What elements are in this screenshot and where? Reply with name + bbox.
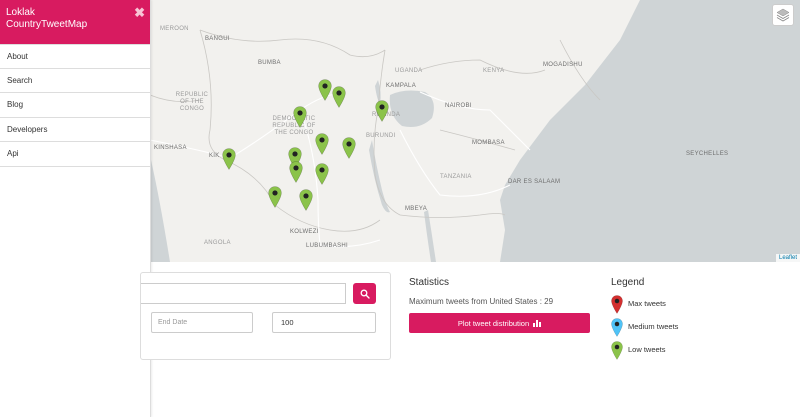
sidebar-item-search[interactable]: Search (0, 69, 150, 93)
map-label-dar-es-salaam: DAR ES SALAAM (508, 179, 561, 185)
close-icon[interactable]: ✖ (134, 5, 145, 21)
map-label-kikwit: KIK (209, 153, 220, 159)
map-marker-icon[interactable] (268, 186, 282, 208)
sidebar-header: Loklak CountryTweetMap ✖ (0, 0, 150, 44)
map-label-cameroon: MEROON (160, 26, 189, 32)
plot-distribution-button[interactable]: Plot tweet distribution (409, 313, 590, 333)
search-panel: End Date 100 (140, 272, 391, 360)
legend-panel: Legend Max tweets Medium tweets Low twee… (611, 277, 761, 364)
legend-label-low: Low tweets (628, 345, 666, 354)
map-label-kolwezi: KOLWEZI (290, 229, 319, 235)
legend-item-max: Max tweets (611, 295, 761, 318)
map-label-mogadishu: MOGADISHU (543, 62, 583, 68)
map-label-mbeya: MBEYA (405, 206, 428, 212)
sidebar-item-blog[interactable]: Blog (0, 93, 150, 118)
app-title: Loklak CountryTweetMap (6, 7, 88, 30)
map-label-republic-of-the-congo: REPUBLIC OF THE CONGO (175, 92, 209, 112)
map-label-seychelles: SEYCHELLES (686, 151, 729, 157)
map-marker-icon[interactable] (293, 106, 307, 128)
map-label-kinshasa: KINSHASA (154, 145, 187, 151)
map-label-mombasa: MOMBASA (472, 140, 505, 146)
legend-label-max: Max tweets (628, 299, 666, 308)
tweet-count-input[interactable]: 100 (272, 312, 376, 333)
map-label-kenya: KENYA (483, 68, 505, 74)
end-date-input[interactable]: End Date (151, 312, 253, 333)
statistics-panel: Statistics Maximum tweets from United St… (409, 277, 594, 333)
legend-item-medium: Medium tweets (611, 318, 761, 341)
map-marker-icon[interactable] (375, 100, 389, 122)
map-label-bumba: BUMBA (258, 60, 281, 66)
legend-title: Legend (611, 277, 645, 288)
sidebar-nav: About Search Blog Developers Api (0, 44, 150, 167)
map-label-kampala: KAMPALA (386, 83, 416, 89)
map-label-nairobi: NAIROBI (445, 103, 472, 109)
map-marker-icon[interactable] (222, 148, 236, 170)
legend-item-low: Low tweets (611, 341, 761, 364)
legend-label-medium: Medium tweets (628, 322, 679, 331)
map-marker-icon[interactable] (342, 137, 356, 159)
map-marker-icon[interactable] (315, 163, 329, 185)
red-marker-icon (611, 295, 623, 314)
app-root: MEROON BANGUI BUMBA UGANDA KENYA KAMPALA… (0, 0, 800, 417)
map-label-burundi: BURUNDI (366, 133, 396, 139)
map-label-tanzania: TANZANIA (440, 174, 472, 180)
map-marker-icon[interactable] (318, 79, 332, 101)
green-marker-icon (611, 341, 623, 360)
sidebar-item-api[interactable]: Api (0, 142, 150, 167)
sidebar-item-about[interactable]: About (0, 44, 150, 69)
map-label-bangui: BANGUI (205, 36, 230, 42)
layers-control-button[interactable] (772, 4, 794, 26)
map-marker-icon[interactable] (289, 161, 303, 183)
search-input[interactable] (141, 283, 346, 304)
plot-button-label: Plot tweet distribution (457, 318, 530, 328)
search-button[interactable] (353, 283, 376, 304)
map-marker-icon[interactable] (315, 133, 329, 155)
blue-marker-icon (611, 318, 623, 337)
map-attribution-link[interactable]: Leaflet (775, 254, 800, 262)
map-label-uganda: UGANDA (395, 68, 423, 74)
search-icon (360, 289, 370, 299)
max-tweets-text: Maximum tweets from United States : 29 (409, 297, 554, 306)
sidebar-item-developers[interactable]: Developers (0, 118, 150, 142)
statistics-title: Statistics (409, 277, 450, 288)
bar-chart-icon (533, 319, 542, 327)
map-label-lubumbashi: LUBUMBASHI (306, 243, 349, 249)
legend-list: Max tweets Medium tweets Low tweets (611, 295, 761, 364)
sidebar: Loklak CountryTweetMap ✖ About Search Bl… (0, 0, 151, 417)
map-label-angola: ANGOLA (204, 240, 231, 246)
map-marker-icon[interactable] (332, 86, 346, 108)
map-marker-icon[interactable] (299, 189, 313, 211)
layers-icon (776, 8, 790, 22)
